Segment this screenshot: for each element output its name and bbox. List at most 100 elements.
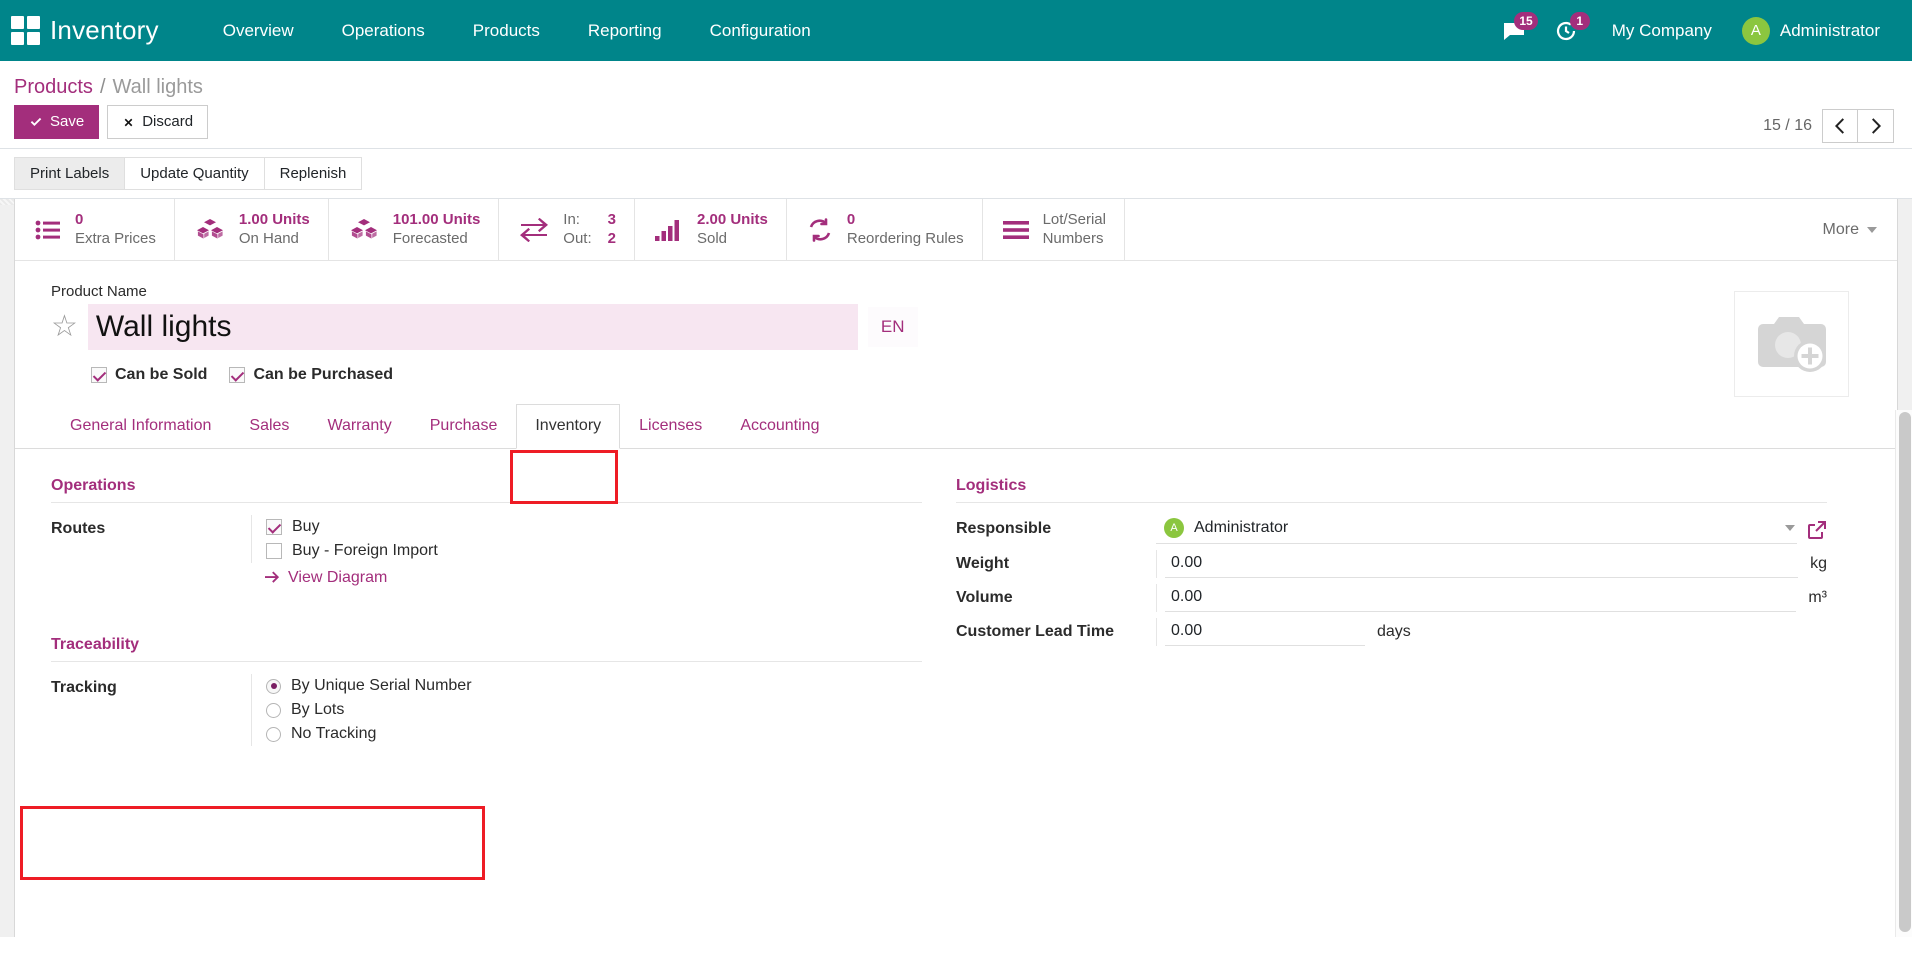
weight-input[interactable] [1165, 550, 1798, 578]
external-link-icon [1807, 520, 1827, 540]
tracking-serial-radio[interactable] [266, 679, 281, 694]
route-buy-foreign-import-checkbox[interactable] [266, 543, 282, 559]
tab-purchase[interactable]: Purchase [411, 404, 517, 449]
tracking-serial-label[interactable]: By Unique Serial Number [291, 677, 472, 695]
print-labels-button[interactable]: Print Labels [14, 157, 125, 190]
weight-label: Weight [956, 550, 1156, 573]
stat-more-label: More [1823, 221, 1859, 239]
activities-count-badge: 1 [1570, 12, 1590, 30]
menu-item-reporting[interactable]: Reporting [564, 13, 686, 49]
app-brand-inventory[interactable]: Inventory [50, 15, 159, 46]
stat-label-lot-serial-line1: Lot/Serial [1043, 211, 1106, 230]
tab-warranty[interactable]: Warranty [308, 404, 410, 449]
discard-button-label: Discard [142, 113, 193, 131]
customer-lead-time-value: days [1156, 618, 1827, 646]
routes-option-list: Buy Buy - Foreign Import [251, 515, 922, 563]
tracking-option-none[interactable]: No Tracking [266, 722, 922, 746]
stat-button-sold[interactable]: 2.00 Units Sold [635, 199, 787, 260]
chevron-down-icon [1867, 227, 1877, 233]
stat-in-out-grid: In: 3 Out: 2 [563, 211, 616, 249]
breadcrumb: Products / Wall lights [14, 69, 1898, 105]
language-badge-en[interactable]: EN [868, 307, 918, 347]
responsible-input[interactable]: A Administrator [1156, 515, 1797, 544]
product-notebook-tabs: General Information Sales Warranty Purch… [15, 404, 1897, 449]
menu-item-configuration[interactable]: Configuration [686, 13, 835, 49]
menu-item-products[interactable]: Products [449, 13, 564, 49]
messages-button[interactable]: 15 [1488, 13, 1540, 49]
check-icon [29, 115, 43, 129]
activities-button[interactable]: 1 [1540, 13, 1592, 49]
top-navbar: Inventory Overview Operations Products R… [0, 0, 1912, 61]
stat-value-extra-prices: 0 [75, 211, 156, 230]
volume-input[interactable] [1165, 584, 1796, 612]
list-icon [35, 219, 61, 241]
routes-field-row: Routes Buy Buy - Foreign Import [51, 515, 922, 590]
tracking-option-serial[interactable]: By Unique Serial Number [266, 674, 922, 698]
menu-item-overview[interactable]: Overview [199, 13, 318, 49]
replenish-button[interactable]: Replenish [264, 157, 363, 190]
pager-next-button[interactable] [1858, 109, 1894, 143]
can-be-sold-label[interactable]: Can be Sold [115, 366, 207, 384]
tab-licenses[interactable]: Licenses [620, 404, 721, 449]
discard-button[interactable]: Discard [107, 105, 208, 139]
bars-icon [1003, 219, 1029, 241]
vertical-scrollbar[interactable] [1895, 410, 1912, 937]
customer-lead-time-label: Customer Lead Time [956, 618, 1156, 641]
menu-item-operations[interactable]: Operations [318, 13, 449, 49]
stat-button-in-out[interactable]: In: 3 Out: 2 [499, 199, 635, 260]
messages-count-badge: 15 [1514, 12, 1537, 30]
customer-lead-time-field-row: Customer Lead Time days [956, 618, 1827, 646]
stat-button-lot-serial-numbers[interactable]: Lot/Serial Numbers [983, 199, 1125, 260]
company-switcher[interactable]: My Company [1592, 13, 1732, 49]
user-menu[interactable]: A Administrator [1732, 13, 1894, 49]
breadcrumb-separator: / [100, 76, 106, 99]
tracking-none-label[interactable]: No Tracking [291, 725, 376, 743]
main-menu: Overview Operations Products Reporting C… [199, 13, 835, 49]
tab-sales[interactable]: Sales [230, 404, 308, 449]
can-be-purchased-checkbox-group[interactable]: Can be Purchased [229, 366, 393, 384]
can-be-sold-checkbox[interactable] [91, 367, 107, 383]
breadcrumb-products[interactable]: Products [14, 76, 93, 99]
weight-value: kg [1156, 550, 1827, 578]
can-be-purchased-checkbox[interactable] [229, 367, 245, 383]
route-buy-foreign-import-label[interactable]: Buy - Foreign Import [292, 542, 438, 560]
customer-lead-time-input[interactable] [1165, 618, 1365, 646]
tracking-option-lots[interactable]: By Lots [266, 698, 922, 722]
route-buy-label[interactable]: Buy [292, 518, 320, 536]
route-buy-checkbox[interactable] [266, 519, 282, 535]
tracking-value: By Unique Serial Number By Lots No Track… [251, 674, 922, 746]
tracking-lots-radio[interactable] [266, 703, 281, 718]
product-name-input[interactable] [88, 304, 858, 350]
stat-button-forecasted[interactable]: 101.00 Units Forecasted [329, 199, 500, 260]
tab-general-information[interactable]: General Information [51, 404, 230, 449]
can-be-sold-checkbox-group[interactable]: Can be Sold [91, 366, 207, 384]
route-option-buy[interactable]: Buy [266, 515, 922, 539]
update-quantity-button[interactable]: Update Quantity [124, 157, 264, 190]
stat-button-reordering-rules[interactable]: 0 Reordering Rules [787, 199, 983, 260]
refresh-icon [807, 218, 833, 242]
stat-more-dropdown[interactable]: More [1803, 199, 1897, 260]
tracking-none-radio[interactable] [266, 727, 281, 742]
responsible-value-text: Administrator [1194, 519, 1775, 537]
route-option-buy-foreign-import[interactable]: Buy - Foreign Import [266, 539, 922, 563]
tracking-lots-label[interactable]: By Lots [291, 701, 344, 719]
stat-button-on-hand[interactable]: 1.00 Units On Hand [175, 199, 329, 260]
save-button-label: Save [50, 113, 84, 131]
tab-inventory[interactable]: Inventory [516, 404, 620, 449]
stat-out-label: Out: [563, 230, 591, 249]
can-be-purchased-label[interactable]: Can be Purchased [253, 366, 393, 384]
save-button[interactable]: Save [14, 105, 99, 139]
stat-label-lot-serial-line2: Numbers [1043, 230, 1106, 249]
chevron-down-icon[interactable] [1785, 525, 1795, 531]
vertical-scrollbar-thumb[interactable] [1899, 412, 1911, 932]
volume-value: m³ [1156, 584, 1827, 612]
stat-button-extra-prices[interactable]: 0 Extra Prices [15, 199, 175, 260]
stat-label-reordering-rules: Reordering Rules [847, 230, 964, 249]
tab-accounting[interactable]: Accounting [721, 404, 838, 449]
responsible-external-link-button[interactable] [1797, 520, 1827, 540]
pager-previous-button[interactable] [1822, 109, 1858, 143]
product-image-upload[interactable] [1734, 291, 1849, 397]
view-diagram-link[interactable]: View Diagram [251, 563, 387, 587]
apps-grid-icon[interactable] [10, 16, 40, 46]
star-icon[interactable]: ☆ [51, 312, 78, 342]
